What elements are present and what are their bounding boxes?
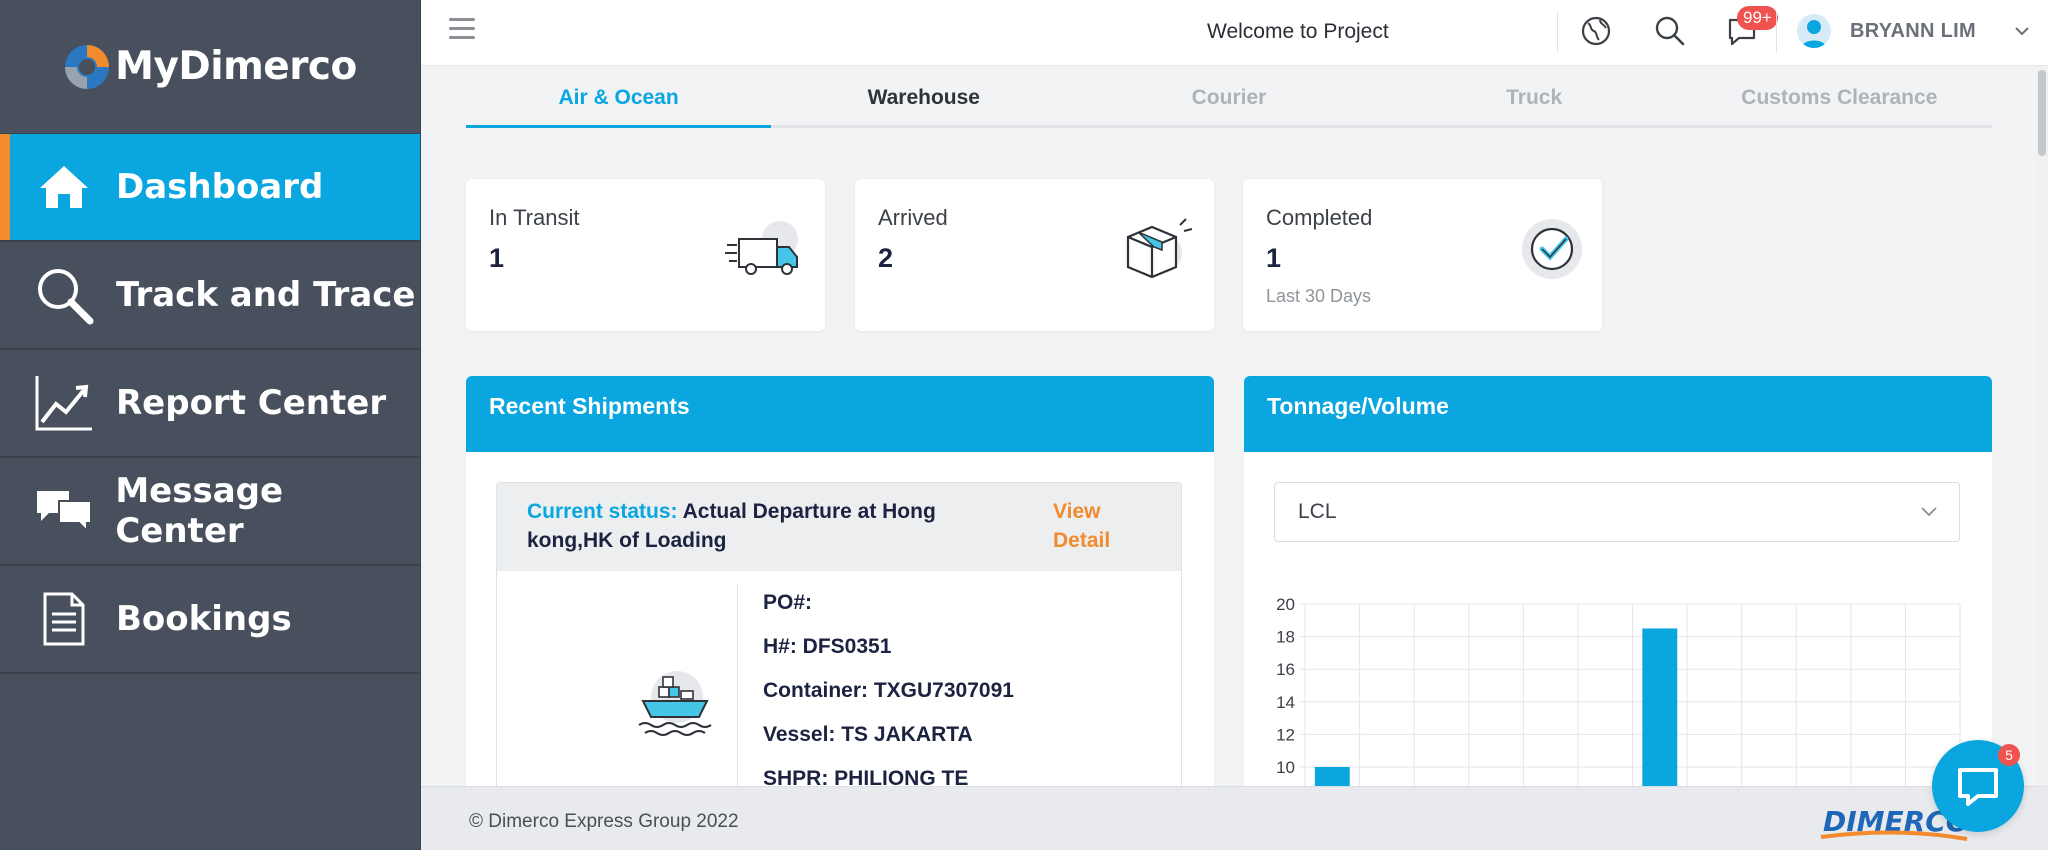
- recent-shipments-panel: Recent Shipments Current status: Actual …: [466, 376, 1214, 796]
- tab-truck[interactable]: Truck: [1382, 78, 1687, 125]
- divider: [1776, 12, 1777, 52]
- card-title: In Transit: [489, 205, 580, 230]
- home-icon: [32, 155, 96, 219]
- card-value: 2: [878, 243, 894, 273]
- avatar[interactable]: [1797, 14, 1831, 48]
- card-title: Completed: [1266, 205, 1373, 230]
- sidebar-item-track-and-trace[interactable]: Track and Trace: [0, 242, 420, 350]
- tab-warehouse[interactable]: Warehouse: [771, 78, 1076, 125]
- search-icon[interactable]: [1653, 14, 1687, 48]
- sidebar-item-label: Bookings: [116, 599, 292, 639]
- arrived-card[interactable]: Arrived 2: [855, 179, 1214, 331]
- divider: [737, 583, 738, 796]
- container-number: Container: TXGU7307091: [763, 679, 1014, 702]
- chart-bar: [1642, 628, 1678, 796]
- divider: [1557, 12, 1558, 52]
- po-number: PO#:: [763, 591, 813, 614]
- brand-logo[interactable]: MyDimerco: [0, 0, 420, 134]
- y-tick-label: 10: [1276, 758, 1295, 777]
- messages-icon: [32, 479, 95, 543]
- tab-customs-clearance[interactable]: Customs Clearance: [1687, 78, 1992, 125]
- tonnage-chart: 10 12 14 16 18 20: [1276, 595, 1961, 796]
- y-tick-label: 12: [1276, 725, 1295, 744]
- sidebar-item-report-center[interactable]: Report Center: [0, 350, 420, 458]
- card-value: 1: [1266, 243, 1282, 273]
- scrollbar-track: [2036, 66, 2048, 786]
- sidebar-item-dashboard[interactable]: Dashboard: [0, 134, 420, 242]
- document-icon: [32, 587, 96, 651]
- shipment-body: PO#: H#: DFS0351 Container: TXGU7307091 …: [497, 571, 1181, 796]
- in-transit-card[interactable]: In Transit 1: [466, 179, 825, 331]
- chart-icon: [32, 371, 96, 435]
- y-tick-label: 18: [1276, 628, 1295, 647]
- card-title: Arrived: [878, 205, 948, 230]
- shipment-status-bar: Current status: Actual Departure at Hong…: [497, 483, 1181, 571]
- notification-badge: 99+: [1737, 6, 1778, 30]
- top-bar: Welcome to Project 99+ BRYANN LIM: [421, 0, 2048, 66]
- shipment-details: PO#: H#: DFS0351 Container: TXGU7307091 …: [763, 591, 1014, 796]
- tab-air-ocean[interactable]: Air & Ocean: [466, 78, 772, 128]
- user-name[interactable]: BRYANN LIM: [1850, 20, 1976, 43]
- chat-badge: 5: [1998, 744, 2020, 766]
- footer: © Dimerco Express Group 2022 DIMERCO: [421, 786, 2048, 850]
- view-detail-link[interactable]: View Detail: [1053, 497, 1133, 555]
- tab-courier[interactable]: Courier: [1076, 78, 1381, 125]
- welcome-text: Welcome to Project: [1207, 20, 1389, 43]
- tonnage-volume-panel: Tonnage/Volume LCL 10 12 14 16 18 20: [1244, 376, 1992, 796]
- copyright-text: © Dimerco Express Group 2022: [469, 811, 739, 832]
- check-circle-icon: [1522, 219, 1582, 279]
- shipment-card[interactable]: Current status: Actual Departure at Hong…: [496, 482, 1182, 796]
- sidebar-item-label: Dashboard: [116, 167, 324, 207]
- menu-toggle-icon[interactable]: [449, 18, 475, 42]
- sidebar-item-label: Report Center: [116, 383, 387, 423]
- vessel-name: Vessel: TS JAKARTA: [763, 723, 973, 746]
- globe-icon[interactable]: [1579, 14, 1613, 48]
- sidebar: MyDimerco Dashboard Track and Trace Repo…: [0, 0, 421, 850]
- card-subtitle: Last 30 Days: [1266, 286, 1372, 306]
- search-icon: [32, 263, 96, 327]
- sidebar-item-label: Message Center: [115, 471, 284, 551]
- completed-card[interactable]: Completed 1 Last 30 Days: [1243, 179, 1602, 331]
- ship-icon: [638, 671, 712, 736]
- sidebar-item-bookings[interactable]: Bookings: [0, 566, 420, 674]
- package-icon: [1126, 218, 1193, 279]
- y-tick-label: 16: [1276, 660, 1295, 679]
- service-tabs: Air & Ocean Warehouse Courier Truck Cust…: [466, 78, 1992, 128]
- brand-mark-icon: [65, 44, 110, 89]
- truck-icon: [725, 221, 798, 275]
- chevron-down-icon[interactable]: [2015, 26, 2029, 36]
- brand-name: MyDimerco: [115, 44, 357, 89]
- sidebar-item-label: Track and Trace: [116, 275, 416, 315]
- card-value: 1: [489, 243, 505, 273]
- status-key: Current status:: [527, 500, 678, 523]
- house-bill-number: H#: DFS0351: [763, 635, 892, 658]
- panel-title: Recent Shipments: [466, 376, 1214, 452]
- scrollbar-thumb[interactable]: [2038, 70, 2046, 156]
- y-tick-label: 14: [1276, 693, 1295, 712]
- sidebar-item-message-center[interactable]: Message Center: [0, 458, 420, 566]
- panel-title: Tonnage/Volume: [1244, 376, 1992, 452]
- shipment-status: Current status: Actual Departure at Hong…: [527, 497, 987, 555]
- y-tick-label: 20: [1276, 595, 1295, 614]
